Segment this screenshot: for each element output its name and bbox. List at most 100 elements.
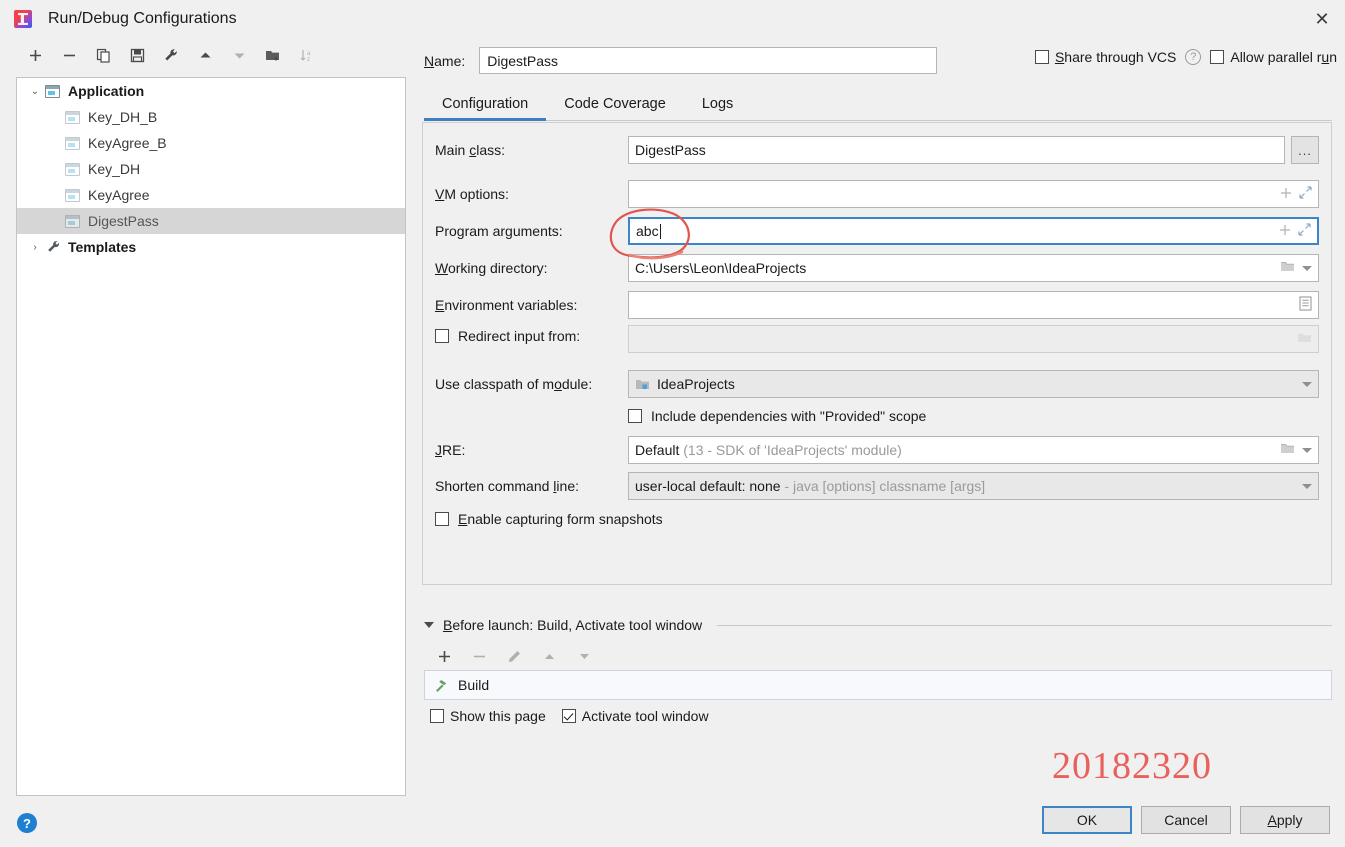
module-icon xyxy=(635,378,650,391)
tree-node-key-dh[interactable]: Key_DH xyxy=(17,156,405,182)
allow-parallel-run-label: Allow parallel run xyxy=(1230,49,1337,65)
remove-configuration-button[interactable] xyxy=(52,40,86,70)
edit-templates-button[interactable] xyxy=(154,40,188,70)
task-move-up-button[interactable] xyxy=(533,643,566,669)
chevron-right-icon[interactable]: › xyxy=(25,242,45,253)
tree-node-keyagree-b[interactable]: KeyAgree_B xyxy=(17,130,405,156)
chevron-down-icon[interactable]: ⌄ xyxy=(25,86,45,97)
chevron-down-icon[interactable] xyxy=(1302,381,1312,387)
classpath-module-icons xyxy=(1302,381,1312,387)
classpath-module-combo[interactable]: IdeaProjects xyxy=(628,370,1319,398)
name-input[interactable]: DigestPass xyxy=(479,47,938,74)
folder-icon[interactable] xyxy=(1280,442,1295,458)
close-icon[interactable]: ✕ xyxy=(1299,0,1345,38)
folder-icon[interactable] xyxy=(1280,260,1295,276)
question-mark-icon[interactable]: ? xyxy=(1185,49,1202,65)
chevron-down-icon[interactable] xyxy=(1302,447,1312,453)
move-up-button[interactable] xyxy=(188,40,222,70)
application-icon xyxy=(65,162,80,176)
environment-variables-label: Environment variables: xyxy=(435,297,578,313)
edit-task-button[interactable] xyxy=(498,643,531,669)
main-class-input[interactable]: DigestPass xyxy=(628,136,1285,164)
allow-parallel-run-checkbox[interactable]: Allow parallel run xyxy=(1210,49,1337,65)
expand-icon[interactable] xyxy=(1299,186,1312,202)
tab-logs[interactable]: Logs xyxy=(684,88,751,120)
task-move-down-button[interactable] xyxy=(568,643,601,669)
jre-label: JRE: xyxy=(435,442,466,458)
activate-tool-window-checkbox[interactable]: Activate tool window xyxy=(561,708,709,724)
before-launch-header[interactable]: Before launch: Build, Activate tool wind… xyxy=(424,617,1332,633)
tree-node-digestpass[interactable]: DigestPass xyxy=(17,208,405,234)
apply-button[interactable]: Apply xyxy=(1240,806,1330,834)
environment-variables-input[interactable] xyxy=(628,291,1319,319)
before-launch-options: Show this page Activate tool window xyxy=(430,708,709,724)
plus-icon[interactable] xyxy=(1279,223,1291,239)
tree-node-label: DigestPass xyxy=(88,213,159,229)
copy-configuration-button[interactable] xyxy=(86,40,120,70)
title-bar: Run/Debug Configurations ✕ xyxy=(0,0,1345,38)
vm-options-input[interactable] xyxy=(628,180,1319,208)
redirect-input-field[interactable] xyxy=(628,325,1319,353)
list-edit-icon[interactable] xyxy=(1299,296,1312,314)
application-icon xyxy=(45,84,60,98)
add-configuration-button[interactable] xyxy=(18,40,52,70)
tree-node-keyagree[interactable]: KeyAgree xyxy=(17,182,405,208)
shorten-command-line-combo[interactable]: user-local default: none - java [options… xyxy=(628,472,1319,500)
help-button[interactable]: ? xyxy=(17,813,37,833)
checkbox-box xyxy=(430,709,444,723)
tree-node-application[interactable]: ⌄ Application xyxy=(17,78,405,104)
redirect-input-checkbox[interactable]: Redirect input from: xyxy=(435,328,580,344)
name-label: Name: xyxy=(424,52,466,69)
checkbox-box xyxy=(561,709,576,723)
main-class-browse-button[interactable]: ... xyxy=(1291,136,1319,164)
tab-configuration[interactable]: Configuration xyxy=(424,88,547,121)
name-row: Name: DigestPass xyxy=(424,47,938,74)
tree-node-key-dh-b[interactable]: Key_DH_B xyxy=(17,104,405,130)
jre-hint: (13 - SDK of 'IdeaProjects' module) xyxy=(683,442,902,458)
application-icon xyxy=(65,214,80,228)
top-options: Share through VCS ? Allow parallel run xyxy=(1034,49,1337,65)
program-arguments-value: abc xyxy=(636,222,661,240)
save-configuration-button[interactable] xyxy=(120,40,154,70)
ok-button[interactable]: OK xyxy=(1042,806,1132,834)
task-label: Build xyxy=(458,677,490,693)
cancel-button[interactable]: Cancel xyxy=(1141,806,1231,834)
tab-bar: Configuration Code Coverage Logs xyxy=(424,88,1332,121)
include-dependencies-checkbox[interactable]: Include dependencies with "Provided" sco… xyxy=(628,408,926,424)
chevron-down-icon[interactable] xyxy=(1302,265,1312,271)
redirect-input-icons xyxy=(1297,331,1312,347)
text-caret xyxy=(659,224,661,240)
form-snapshots-checkbox[interactable]: Enable capturing form snapshots xyxy=(435,511,663,527)
shorten-command-line-hint: - java [options] classname [args] xyxy=(784,478,986,494)
application-icon xyxy=(65,136,80,150)
checkbox-box xyxy=(1034,50,1049,64)
shorten-command-line-value: user-local default: none - java [options… xyxy=(635,478,986,494)
watermark-annotation: 20182320 xyxy=(1052,745,1212,787)
chevron-down-icon[interactable] xyxy=(424,622,434,628)
plus-icon[interactable] xyxy=(1280,186,1292,202)
share-through-vcs-checkbox[interactable]: Share through VCS xyxy=(1034,49,1177,65)
configurations-tree[interactable]: ⌄ Application Key_DH_B KeyAgree_B Key_DH… xyxy=(16,77,406,796)
jre-combo[interactable]: Default (13 - SDK of 'IdeaProjects' modu… xyxy=(628,436,1319,464)
tab-code-coverage[interactable]: Code Coverage xyxy=(546,88,684,120)
new-folder-button[interactable] xyxy=(256,40,290,70)
show-this-page-checkbox[interactable]: Show this page xyxy=(430,708,546,724)
share-through-vcs-label: Share through VCS xyxy=(1054,49,1177,65)
sort-configurations-button[interactable]: a z xyxy=(290,40,324,70)
program-arguments-input[interactable]: abc xyxy=(628,217,1319,245)
main-class-value: DigestPass xyxy=(635,142,706,158)
application-icon xyxy=(65,110,80,124)
remove-task-button[interactable] xyxy=(463,643,496,669)
tree-node-label: Application xyxy=(68,83,145,99)
working-directory-input[interactable]: C:\Users\Leon\IdeaProjects xyxy=(628,254,1319,282)
form-snapshots-label: Enable capturing form snapshots xyxy=(458,511,663,527)
add-task-button[interactable] xyxy=(428,643,461,669)
before-launch-label: Before launch: Build, Activate tool wind… xyxy=(443,617,703,633)
dialog-button-row: OK Cancel Apply xyxy=(1042,806,1330,834)
chevron-down-icon[interactable] xyxy=(1302,483,1312,489)
before-launch-task-list[interactable]: Build xyxy=(424,670,1332,700)
tree-node-templates[interactable]: › Templates xyxy=(17,234,405,260)
move-down-button[interactable] xyxy=(222,40,256,70)
checkbox-box xyxy=(1210,50,1225,64)
expand-icon[interactable] xyxy=(1298,223,1311,239)
